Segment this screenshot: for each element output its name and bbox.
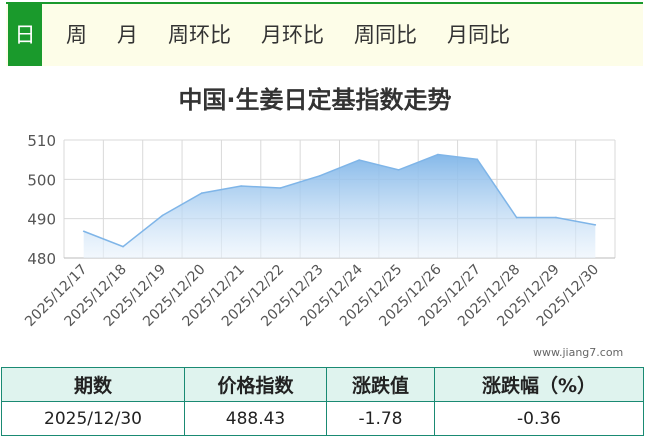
- y-tick-label: 480: [27, 250, 56, 268]
- series-area: [83, 154, 596, 258]
- data-point: [515, 216, 518, 219]
- cell-price-index: 488.43: [184, 401, 327, 436]
- data-point: [122, 245, 124, 248]
- summary-header-row: 期数 价格指数 涨跌值 涨跌幅（%）: [1, 367, 644, 402]
- data-point: [161, 214, 164, 217]
- header-period: 期数: [1, 367, 185, 402]
- cell-period: 2025/12/30: [1, 401, 185, 436]
- header-change-value: 涨跌值: [326, 367, 435, 402]
- data-point: [240, 185, 242, 187]
- y-tick-label: 510: [27, 132, 56, 150]
- header-change-percent: 涨跌幅（%）: [434, 367, 644, 402]
- y-tick-label: 500: [27, 171, 56, 189]
- data-point: [358, 159, 360, 161]
- data-point: [437, 153, 439, 156]
- data-point: [319, 174, 321, 177]
- watermark: www.jiang7.com: [533, 346, 624, 359]
- data-point: [200, 192, 203, 194]
- summary-data-row: 2025/12/30 488.43 -1.78 -0.36: [1, 401, 644, 436]
- data-point: [555, 216, 557, 219]
- data-point: [476, 158, 479, 161]
- header-price-index: 价格指数: [184, 367, 327, 402]
- data-point: [82, 230, 85, 233]
- y-tick-label: 490: [27, 211, 56, 229]
- summary-table: 期数 价格指数 涨跌值 涨跌幅（%） 2025/12/30 488.43 -1.…: [1, 367, 644, 436]
- index-trend-chart: 4804905005102025/12/172025/12/182025/12/…: [22, 132, 616, 330]
- cell-change-percent: -0.36: [434, 401, 644, 436]
- data-point: [594, 224, 597, 226]
- data-point: [279, 187, 282, 189]
- cell-change-value: -1.78: [326, 401, 435, 436]
- data-point: [397, 169, 400, 171]
